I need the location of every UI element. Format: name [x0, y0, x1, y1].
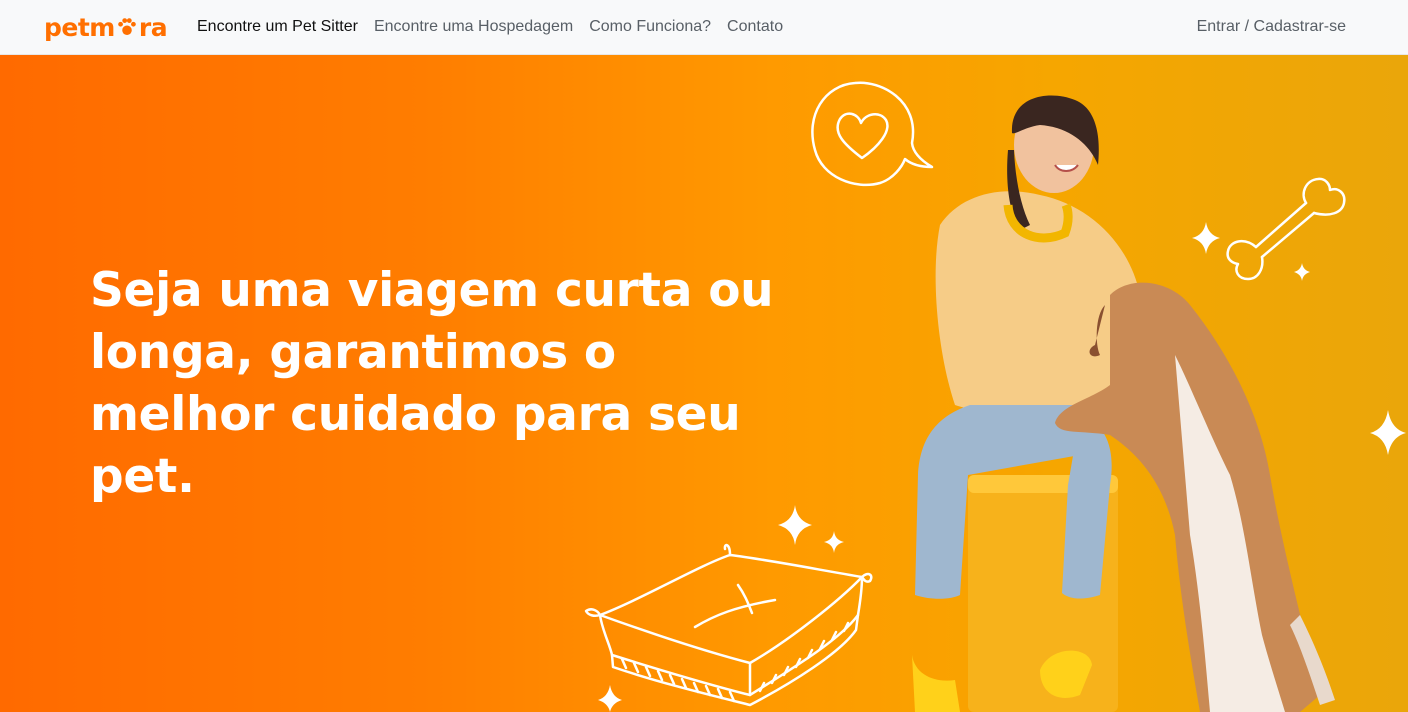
nav-link-contato[interactable]: Contato — [727, 18, 783, 36]
navbar: petm ra Encontre um Pet Sitter Encontre … — [0, 0, 1408, 55]
paw-icon — [118, 18, 136, 35]
pet-bed-illustration — [584, 543, 873, 707]
heart-speech-bubble-icon — [811, 81, 934, 187]
nav-link-como-funciona[interactable]: Como Funciona? — [589, 18, 711, 36]
bone-icon — [1226, 177, 1346, 281]
nav-links: Encontre um Pet Sitter Encontre uma Hosp… — [197, 0, 799, 54]
brand-logo[interactable]: petm ra — [44, 11, 168, 43]
nav-link-hospedagem[interactable]: Encontre uma Hospedagem — [374, 18, 573, 36]
hero-illustration — [584, 81, 1406, 712]
brand-text-start: petm — [44, 12, 115, 42]
login-signup-link[interactable]: Entrar / Cadastrar-se — [1197, 0, 1346, 54]
brand-text-end: ra — [138, 12, 168, 42]
nav-link-pet-sitter[interactable]: Encontre um Pet Sitter — [197, 18, 358, 36]
hero-banner: Seja uma viagem curta ou longa, garantim… — [0, 55, 1408, 712]
